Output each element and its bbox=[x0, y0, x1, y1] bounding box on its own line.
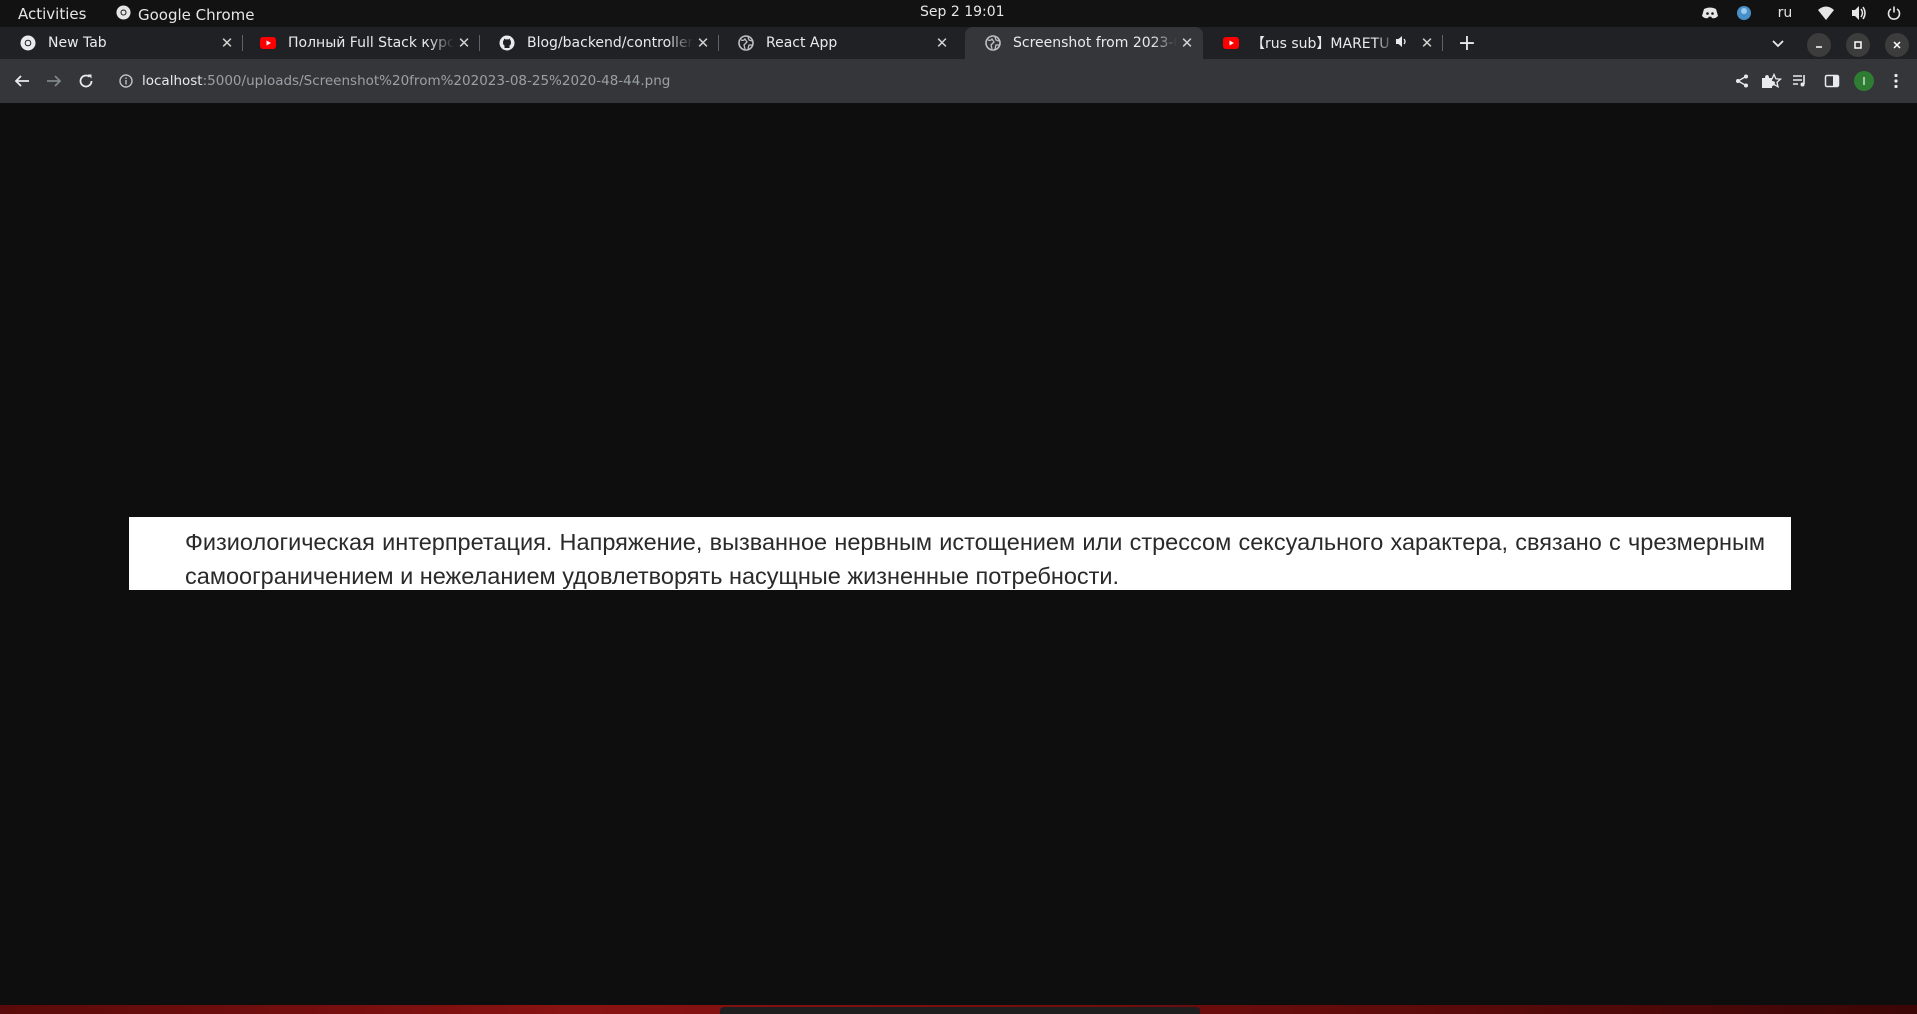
volume-icon[interactable] bbox=[1851, 4, 1869, 22]
github-icon bbox=[499, 35, 515, 51]
tab-title: Blog/backend/controllers at main bbox=[527, 35, 693, 51]
extensions-puzzle-icon[interactable] bbox=[1757, 70, 1779, 92]
system-tray[interactable]: ru bbox=[1701, 4, 1903, 22]
tab-strip: New Tab ✕ Полный Full Stack курс ReactJS… bbox=[0, 27, 1917, 59]
url-path: :5000/uploads/Screenshot%20from%202023-0… bbox=[202, 73, 671, 89]
tab-react-app[interactable]: React App ✕ bbox=[718, 27, 958, 59]
globe-icon bbox=[985, 35, 1001, 51]
back-icon[interactable] bbox=[10, 69, 34, 93]
close-icon[interactable]: ✕ bbox=[932, 34, 952, 52]
chrome-menu-icon[interactable] bbox=[1885, 70, 1907, 92]
youtube-icon bbox=[1223, 35, 1239, 51]
close-icon[interactable]: ✕ bbox=[693, 34, 713, 52]
clock[interactable]: Sep 2 19:01 bbox=[920, 4, 1005, 20]
share-icon[interactable] bbox=[1731, 70, 1753, 92]
tab-search-icon[interactable] bbox=[1767, 33, 1789, 55]
close-icon[interactable]: ✕ bbox=[1417, 34, 1437, 52]
screenshot-image[interactable]: Физиологическая интерпретация. Напряжени… bbox=[129, 517, 1791, 590]
new-tab-button[interactable]: + bbox=[1455, 31, 1479, 56]
url-host: localhost bbox=[142, 73, 203, 89]
globe-icon bbox=[738, 35, 754, 51]
profile-avatar[interactable]: I bbox=[1853, 70, 1875, 92]
tab-title: 【rus sub】MARETU ft. Hatsune Miku bbox=[1251, 36, 1396, 52]
chrome-icon bbox=[116, 5, 131, 24]
taskbar-pill bbox=[720, 1007, 1200, 1014]
wifi-icon[interactable] bbox=[1817, 4, 1835, 22]
forward-icon[interactable] bbox=[42, 69, 66, 93]
reload-icon[interactable] bbox=[74, 69, 98, 93]
tab-title: React App bbox=[766, 35, 838, 51]
system-top-bar: Activities Google Chrome Sep 2 19:01 ru bbox=[0, 0, 1917, 27]
app-menu[interactable]: Google Chrome bbox=[116, 5, 255, 24]
site-info-icon[interactable] bbox=[118, 73, 134, 89]
close-icon[interactable]: ✕ bbox=[217, 34, 237, 52]
discord-icon[interactable] bbox=[1701, 4, 1719, 22]
tab-title: Screenshot from 2023-08-25 bbox=[1013, 35, 1177, 51]
tab-title: New Tab bbox=[48, 35, 107, 51]
keyboard-layout-indicator[interactable]: ru bbox=[1769, 5, 1801, 21]
minimize-icon[interactable] bbox=[1807, 33, 1831, 57]
app-name: Google Chrome bbox=[138, 5, 255, 24]
url-text[interactable]: localhost:5000/uploads/Screenshot%20from… bbox=[142, 73, 670, 89]
tab-youtube-maretu[interactable]: 【rus sub】MARETU ft. Hatsune Miku ✕ bbox=[1203, 27, 1443, 59]
side-panel-icon[interactable] bbox=[1821, 70, 1843, 92]
youtube-icon bbox=[260, 35, 276, 51]
chrome-icon bbox=[20, 35, 36, 51]
browser-toolbar: localhost:5000/uploads/Screenshot%20from… bbox=[0, 59, 1917, 103]
close-icon[interactable]: ✕ bbox=[454, 34, 474, 52]
page-viewport: Физиологическая интерпретация. Напряжени… bbox=[0, 103, 1917, 1005]
app-indicator-icon[interactable] bbox=[1735, 4, 1753, 22]
tab-separator bbox=[1442, 35, 1443, 51]
audio-playing-icon[interactable] bbox=[1396, 36, 1409, 50]
tab-screenshot-active[interactable]: Screenshot from 2023-08-25 ✕ bbox=[965, 27, 1203, 59]
media-control-icon[interactable] bbox=[1789, 70, 1811, 92]
maximize-icon[interactable] bbox=[1846, 33, 1870, 57]
close-window-icon[interactable] bbox=[1885, 33, 1909, 57]
close-icon[interactable]: ✕ bbox=[1177, 34, 1197, 52]
activities-button[interactable]: Activities bbox=[18, 5, 86, 23]
power-icon[interactable] bbox=[1885, 4, 1903, 22]
tab-youtube-fullstack[interactable]: Полный Full Stack курс ReactJS + NodeJS … bbox=[240, 27, 480, 59]
toolbar-extensions: I bbox=[1757, 70, 1907, 92]
screenshot-text: Физиологическая интерпретация. Напряжени… bbox=[185, 529, 1765, 589]
tab-new-tab[interactable]: New Tab ✕ bbox=[0, 27, 243, 59]
desktop-wallpaper-strip bbox=[0, 1005, 1917, 1014]
profile-initial: I bbox=[1854, 71, 1874, 91]
address-bar[interactable]: localhost:5000/uploads/Screenshot%20from… bbox=[108, 64, 1785, 98]
window-controls bbox=[1807, 33, 1909, 57]
tab-github-blog[interactable]: Blog/backend/controllers at main ✕ bbox=[479, 27, 719, 59]
tab-title: Полный Full Stack курс ReactJS + NodeJS bbox=[288, 35, 454, 51]
